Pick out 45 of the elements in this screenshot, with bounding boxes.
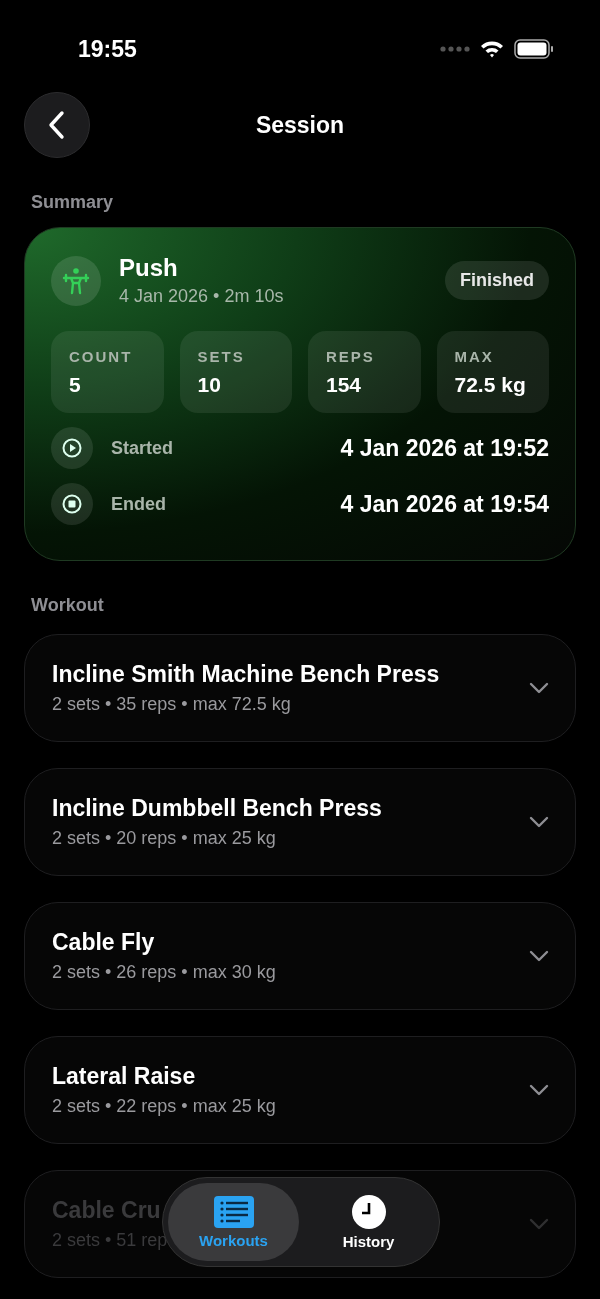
time-value: 4 Jan 2026 at 19:54 bbox=[340, 490, 549, 518]
workout-name: Push bbox=[119, 254, 179, 282]
stat-value: 10 bbox=[197, 372, 222, 397]
exercise-meta: 2 sets • 20 reps • max 25 kg bbox=[52, 828, 277, 849]
wifi-icon bbox=[480, 40, 504, 58]
stat-value: 154 bbox=[326, 372, 363, 397]
stat-value: 72.5 kg bbox=[454, 372, 527, 397]
weightlifter-icon bbox=[61, 265, 91, 296]
stat-value: 5 bbox=[69, 372, 82, 397]
tab[interactable]: Workouts bbox=[168, 1183, 299, 1261]
stat-label: SETS bbox=[197, 347, 246, 365]
stop-icon bbox=[62, 494, 82, 514]
section-heading: Summary bbox=[31, 192, 115, 213]
section-heading: Workout bbox=[31, 595, 105, 616]
time-label: Started bbox=[111, 437, 174, 459]
exercise-card[interactable]: Incline Smith Machine Bench Press 2 sets • 35 reps • max 72.5 kg bbox=[24, 634, 576, 742]
exercise-name: Incline Smith Machine Bench Press bbox=[52, 661, 440, 688]
stat-label: COUNT bbox=[69, 347, 134, 365]
page-title: Session bbox=[255, 111, 345, 139]
signal-icon bbox=[440, 46, 470, 52]
exercise-name: Lateral Raise bbox=[52, 1063, 197, 1090]
exercise-card[interactable]: Incline Dumbbell Bench Press 2 sets • 20 reps • max 25 kg bbox=[24, 768, 576, 876]
battery-icon bbox=[514, 39, 554, 59]
chevron-icon[interactable] bbox=[529, 682, 549, 694]
clock-icon bbox=[351, 1194, 386, 1229]
exercise-card[interactable]: Lateral Raise 2 sets • 22 reps • max 25 kg bbox=[24, 1036, 576, 1144]
time-value: 4 Jan 2026 at 19:52 bbox=[340, 434, 549, 462]
exercise-name: Incline Dumbbell Bench Press bbox=[52, 795, 382, 822]
workout-meta: 4 Jan 2026 • 2m 10s bbox=[119, 286, 285, 307]
chevron-icon[interactable] bbox=[529, 816, 549, 828]
exercise-meta: 2 sets • 26 reps • max 30 kg bbox=[52, 962, 276, 983]
stat-label: MAX bbox=[454, 347, 495, 365]
exercise-meta: 2 sets • 22 reps • max 25 kg bbox=[52, 1096, 276, 1117]
chevron-icon[interactable] bbox=[529, 950, 549, 962]
status-time: 19:55 bbox=[78, 35, 137, 63]
exercise-card[interactable]: Cable Fly 2 sets • 26 reps • max 30 kg bbox=[24, 902, 576, 1010]
list-icon bbox=[213, 1195, 254, 1228]
play-icon bbox=[62, 438, 82, 458]
exercise-name: Cable Fly bbox=[52, 929, 156, 956]
chevron-icon[interactable] bbox=[529, 1084, 549, 1096]
time-label: Ended bbox=[111, 493, 167, 515]
status-badge: Finished bbox=[445, 261, 549, 300]
tab[interactable]: History bbox=[303, 1183, 434, 1261]
exercise-meta: 2 sets • 35 reps • max 72.5 kg bbox=[52, 694, 292, 715]
stat-label: REPS bbox=[326, 347, 376, 365]
